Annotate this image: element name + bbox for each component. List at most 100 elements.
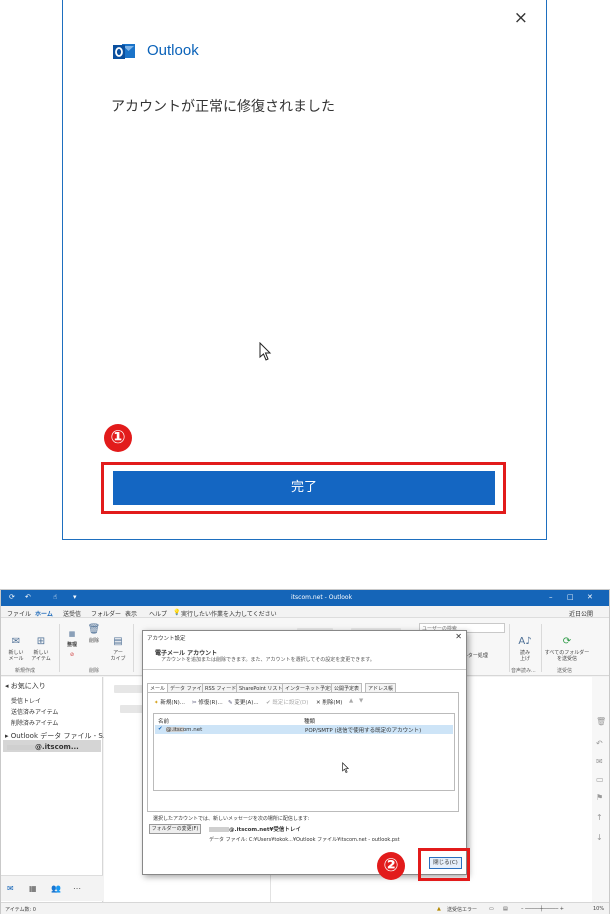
new-mail-button[interactable]: ✉ 新しい メール (5, 624, 27, 668)
ribbon-separator (541, 624, 542, 672)
account-folder[interactable]: @.itscom... (7, 743, 79, 751)
move-up-icon[interactable]: ▲ (349, 698, 353, 704)
mouse-cursor-icon (342, 762, 350, 774)
account-type: POP/SMTP (送信で使用する既定のアカウント) (305, 728, 422, 734)
trash-icon: 🗑 (87, 624, 101, 635)
tab-internet-calendars[interactable]: インターネット予定表 (282, 683, 339, 692)
customize-icon[interactable]: ▾ (73, 593, 77, 601)
delete-icon: ✕ (316, 700, 321, 706)
flag-icon[interactable]: ⚑ (596, 793, 603, 802)
archive-button[interactable]: ▤ アー カイブ (107, 624, 129, 668)
new-account-button[interactable]: ✦ 新規(N)... (154, 698, 185, 706)
tab-mail[interactable]: メール (147, 683, 169, 692)
delete-account-button[interactable]: ✕ 削除(M) (316, 698, 342, 706)
zoom-slider[interactable]: – ─────┼───── + (521, 906, 564, 912)
default-check-icon: ✔ (158, 726, 163, 732)
people-nav-icon[interactable]: 👥 (51, 884, 61, 893)
redacted-text (7, 744, 35, 750)
zoom-level: 10% (593, 906, 605, 912)
new-icon: ✦ (154, 700, 159, 706)
favorites-header[interactable]: ◂ お気に入り (5, 681, 46, 691)
calendar-nav-icon[interactable]: ▦ (29, 884, 37, 893)
change-button[interactable]: ✎ 変更(A)... (228, 698, 259, 706)
title-bar: ⟳ ↶ ☝ ▾ itscom.net - Outlook – □ ✕ (1, 590, 609, 606)
change-icon: ✎ (228, 700, 233, 706)
reading-view-icon[interactable]: ▤ (503, 906, 508, 912)
folder-icon[interactable]: ▭ (596, 775, 604, 784)
down-arrow-icon[interactable]: ↓ (596, 833, 603, 842)
data-file-path: データ ファイル: C:¥Users¥tokok...¥Outlook ファイル… (209, 837, 400, 843)
repair-button[interactable]: ✂ 修復(R)... (192, 698, 223, 706)
group-speech: 音声読み... (511, 668, 536, 674)
tab-sharepoint[interactable]: SharePoint リスト (236, 683, 286, 692)
touch-mode-icon[interactable]: ☝ (53, 593, 57, 601)
list-ghost-item (120, 705, 144, 713)
change-folder-button[interactable]: フォルダーの変更(F) (149, 824, 201, 834)
undo-icon[interactable]: ↶ (25, 593, 31, 601)
folder-deleted[interactable]: 削除済みアイテム (11, 718, 58, 727)
navigation-bar: ✉ ▦ 👥 ⋯ (1, 875, 103, 901)
tell-me-icon: 💡 (173, 609, 181, 616)
right-tool-strip: 🗑 ↶ ✉ ▭ ⚑ ↑ ↓ (592, 677, 609, 902)
read-aloud-icon: A♪ (518, 636, 532, 647)
account-row[interactable]: ✔ @.itscom.net POP/SMTP (送信で使用する既定のアカウント… (155, 725, 453, 734)
send-receive-all-button[interactable]: ⟳ すべてのフォルダー を送受信 (543, 624, 591, 668)
send-receive-error[interactable]: 送受信エラー (447, 906, 477, 913)
outlook-logo-icon (113, 44, 135, 59)
new-items-button[interactable]: ⊞ 新しい アイテム (29, 624, 53, 668)
close-icon[interactable]: × (514, 8, 528, 28)
repair-complete-dialog: × Outlook アカウントが正常に修復されました (62, 0, 547, 540)
step-2-marker: ② (377, 852, 405, 880)
move-down-icon[interactable]: ▼ (359, 698, 363, 704)
screenshot-stage: × Outlook アカウントが正常に修復されました ① 完了 ⟳ ↶ ☝ ▾ … (0, 0, 610, 914)
junk-button[interactable]: ⊘ (65, 652, 79, 658)
mail-nav-icon[interactable]: ✉ (7, 884, 14, 893)
tab-address-books[interactable]: アドレス帳 (365, 683, 397, 692)
normal-view-icon[interactable]: ▭ (489, 906, 494, 912)
set-default-button[interactable]: ✔ 既定に設定(D) (266, 698, 308, 706)
tab-published-calendars[interactable]: 公開予定表 (331, 683, 363, 692)
brand-name: Outlook (147, 42, 199, 59)
ribbon-separator (509, 624, 510, 672)
close-icon[interactable]: ✕ (587, 593, 593, 601)
success-message: アカウントが正常に修復されました (111, 99, 335, 115)
tell-me-box[interactable]: 実行したい作業を入力してください (181, 609, 277, 618)
account-list: 名前 種類 ✔ @.itscom.net POP/SMTP (送信で使用する既定… (153, 713, 455, 791)
close-icon[interactable]: ✕ (455, 632, 462, 641)
group-delete: 削除 (89, 668, 100, 674)
trash-icon[interactable]: 🗑 (596, 717, 606, 726)
dialog-subheading: アカウントを追加または削除できます。また、アカウントを選択してその設定を変更でき… (161, 657, 375, 663)
minimize-icon[interactable]: – (549, 593, 553, 601)
maximize-icon[interactable]: □ (567, 593, 574, 601)
done-button[interactable]: 完了 (113, 471, 495, 505)
menu-folder[interactable]: フォルダー (91, 609, 121, 618)
group-send-receive: 送受信 (557, 668, 573, 674)
repair-icon: ✂ (192, 700, 197, 706)
column-type: 種類 (304, 719, 316, 725)
coming-soon-toggle[interactable]: 近日公開 (569, 609, 593, 618)
cleanup-button[interactable]: 整理 (65, 642, 79, 648)
mouse-cursor-icon (259, 342, 272, 361)
archive-icon: ▤ (113, 636, 123, 647)
up-arrow-icon[interactable]: ↑ (596, 813, 603, 822)
folder-pane: ◂ お気に入り 受信トレイ 送信済みアイテム 削除済みアイテム ▸ Outloo… (1, 677, 110, 902)
tab-rss[interactable]: RSS フィード (202, 683, 240, 692)
mail-open-icon[interactable]: ✉ (596, 757, 603, 766)
column-name: 名前 (158, 719, 170, 725)
folder-sent[interactable]: 送信済みアイテム (11, 707, 58, 716)
menu-send-receive[interactable]: 送受信 (63, 609, 81, 618)
read-aloud-button[interactable]: A♪ 読み 上げ (513, 624, 537, 668)
menu-view[interactable]: 表示 (125, 609, 137, 618)
send-receive-icon[interactable]: ⟳ (9, 593, 15, 601)
more-nav-icon[interactable]: ⋯ (73, 884, 81, 893)
header-divider (143, 669, 466, 670)
step-1-marker: ① (104, 424, 132, 452)
delete-button[interactable]: 🗑 削除 (85, 624, 103, 644)
reply-icon[interactable]: ↶ (596, 739, 603, 748)
ignore-icon: ▦ (68, 630, 76, 638)
menu-file[interactable]: ファイル (7, 609, 31, 618)
sync-icon: ⟳ (562, 636, 572, 647)
ribbon-separator (59, 624, 60, 672)
folder-inbox[interactable]: 受信トレイ (11, 696, 41, 705)
menu-help[interactable]: ヘルプ (149, 609, 167, 618)
